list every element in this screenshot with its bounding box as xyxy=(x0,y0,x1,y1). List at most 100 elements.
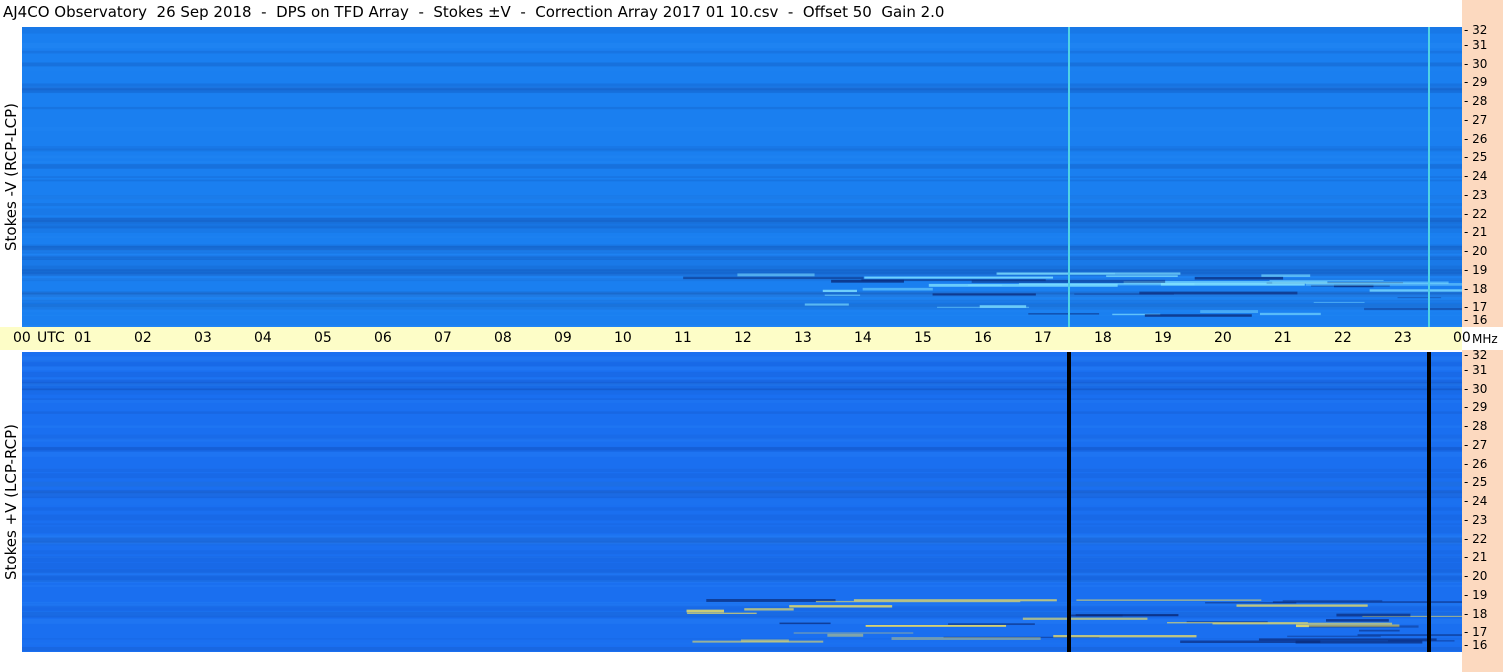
utc-time-axis xyxy=(0,327,1462,350)
mhz-tick-label: - 32 xyxy=(1464,348,1488,362)
page-title: AJ4CO Observatory 26 Sep 2018 - DPS on T… xyxy=(3,3,945,21)
emission-streak xyxy=(1069,614,1123,617)
emission-streak xyxy=(793,632,914,634)
noise-band xyxy=(22,161,1462,163)
mhz-tick-label: - 26 xyxy=(1464,131,1488,146)
noise-band xyxy=(22,447,1462,450)
mhz-tick-label: - 28 xyxy=(1464,94,1488,108)
mhz-tick-label: - 20 xyxy=(1464,569,1488,583)
mhz-tick-label: - 24 xyxy=(1464,169,1488,183)
utc-tick-label: 03 xyxy=(194,330,212,346)
noise-band xyxy=(22,87,1462,93)
noise-band xyxy=(22,51,1462,53)
noise-band xyxy=(22,399,1462,403)
mhz-tick-label: - 22 xyxy=(1464,531,1488,546)
emission-streak xyxy=(1258,638,1437,641)
noise-band xyxy=(22,372,1462,377)
frequency-axis-bottom xyxy=(1462,350,1503,672)
mhz-tick-label: - 18 xyxy=(1464,281,1488,296)
emission-streak xyxy=(1313,301,1365,303)
noise-band xyxy=(22,179,1462,182)
mhz-tick-label: - 16 xyxy=(1464,313,1488,327)
noise-band xyxy=(22,42,1462,49)
mhz-tick-label: - 27 xyxy=(1464,112,1488,127)
mhz-tick-label: - 30 xyxy=(1464,56,1488,71)
noise-band xyxy=(22,356,1462,363)
utc-tick-label: 06 xyxy=(374,330,392,346)
noise-band xyxy=(22,244,1462,251)
utc-tick-label: 13 xyxy=(794,330,812,346)
noise-band xyxy=(22,126,1462,131)
mhz-tick-label: - 31 xyxy=(1464,37,1488,52)
utc-tick-label: 23 xyxy=(1394,330,1412,346)
emission-streak xyxy=(824,294,861,296)
emission-streak xyxy=(1259,312,1321,316)
noise-band xyxy=(22,434,1462,440)
emission-streak xyxy=(932,293,1036,296)
utc-tick-label: 09 xyxy=(554,330,572,346)
noise-band xyxy=(22,584,1462,588)
mhz-tick-label: - 23 xyxy=(1464,512,1488,527)
mhz-tick-label: - 20 xyxy=(1464,244,1488,258)
noise-band xyxy=(22,526,1462,534)
emission-streak xyxy=(1022,617,1148,620)
utc-tick-label: 07 xyxy=(434,330,452,346)
noise-band xyxy=(22,646,1462,651)
emission-streak xyxy=(789,605,893,608)
noise-band xyxy=(22,377,1462,381)
noise-band xyxy=(22,155,1462,159)
noise-band xyxy=(22,224,1462,229)
emission-streak xyxy=(1287,635,1381,638)
emission-streak xyxy=(1261,274,1311,278)
mhz-tick-label: - 25 xyxy=(1464,150,1488,165)
emission-streak xyxy=(822,289,857,293)
emission-streak xyxy=(1074,293,1174,295)
utc-tick-label: 20 xyxy=(1214,330,1232,346)
emission-streak xyxy=(864,276,1054,279)
mhz-unit-label: MHz xyxy=(1472,332,1498,346)
noise-band xyxy=(22,220,1462,223)
mhz-tick-label: - 32 xyxy=(1464,23,1488,37)
utc-tick-label: 10 xyxy=(614,330,632,346)
noise-band xyxy=(22,537,1462,543)
noise-band xyxy=(22,507,1462,511)
emission-streak xyxy=(740,639,789,642)
utc-tick-label: 11 xyxy=(674,330,692,346)
top-panel-ylabel: Stokes -V (RCP-LCP) xyxy=(0,27,22,327)
noise-band xyxy=(22,208,1462,216)
noise-band xyxy=(22,411,1462,414)
utc-tick-label: 22 xyxy=(1334,330,1352,346)
mhz-tick-label: - 19 xyxy=(1464,262,1488,277)
emission-streak xyxy=(1308,625,1419,628)
mhz-tick-label: - 21 xyxy=(1464,550,1488,565)
noise-band xyxy=(22,523,1462,526)
mhz-tick-label: - 18 xyxy=(1464,606,1488,621)
noise-band xyxy=(22,62,1462,67)
emission-streak xyxy=(687,612,757,614)
utc-tick-label: 16 xyxy=(974,330,992,346)
utc-tick-label: 01 xyxy=(74,330,92,346)
noise-band xyxy=(22,556,1462,563)
utc-tick-label: 12 xyxy=(734,330,752,346)
noise-band xyxy=(22,562,1462,569)
emission-streak xyxy=(683,276,864,280)
top-spectrogram xyxy=(22,27,1462,327)
utc-tick-label: 02 xyxy=(134,330,152,346)
mhz-tick-label: - 25 xyxy=(1464,475,1488,490)
mhz-tick-label: - 29 xyxy=(1464,75,1488,90)
emission-streak xyxy=(1388,640,1455,642)
utc-tick-label: 00 xyxy=(1453,330,1471,346)
noise-band xyxy=(22,473,1462,479)
noise-band xyxy=(22,452,1462,457)
mhz-tick-label: - 30 xyxy=(1464,381,1488,396)
emission-streak xyxy=(1272,281,1449,284)
noise-band xyxy=(22,425,1462,428)
emission-streak xyxy=(827,633,864,637)
emission-streak xyxy=(997,272,1116,275)
noise-band xyxy=(22,66,1462,72)
mhz-tick-label: - 28 xyxy=(1464,419,1488,433)
utc-tick-label: 08 xyxy=(494,330,512,346)
noise-band xyxy=(22,195,1462,200)
noise-band xyxy=(22,468,1462,472)
emission-streak xyxy=(804,303,849,306)
